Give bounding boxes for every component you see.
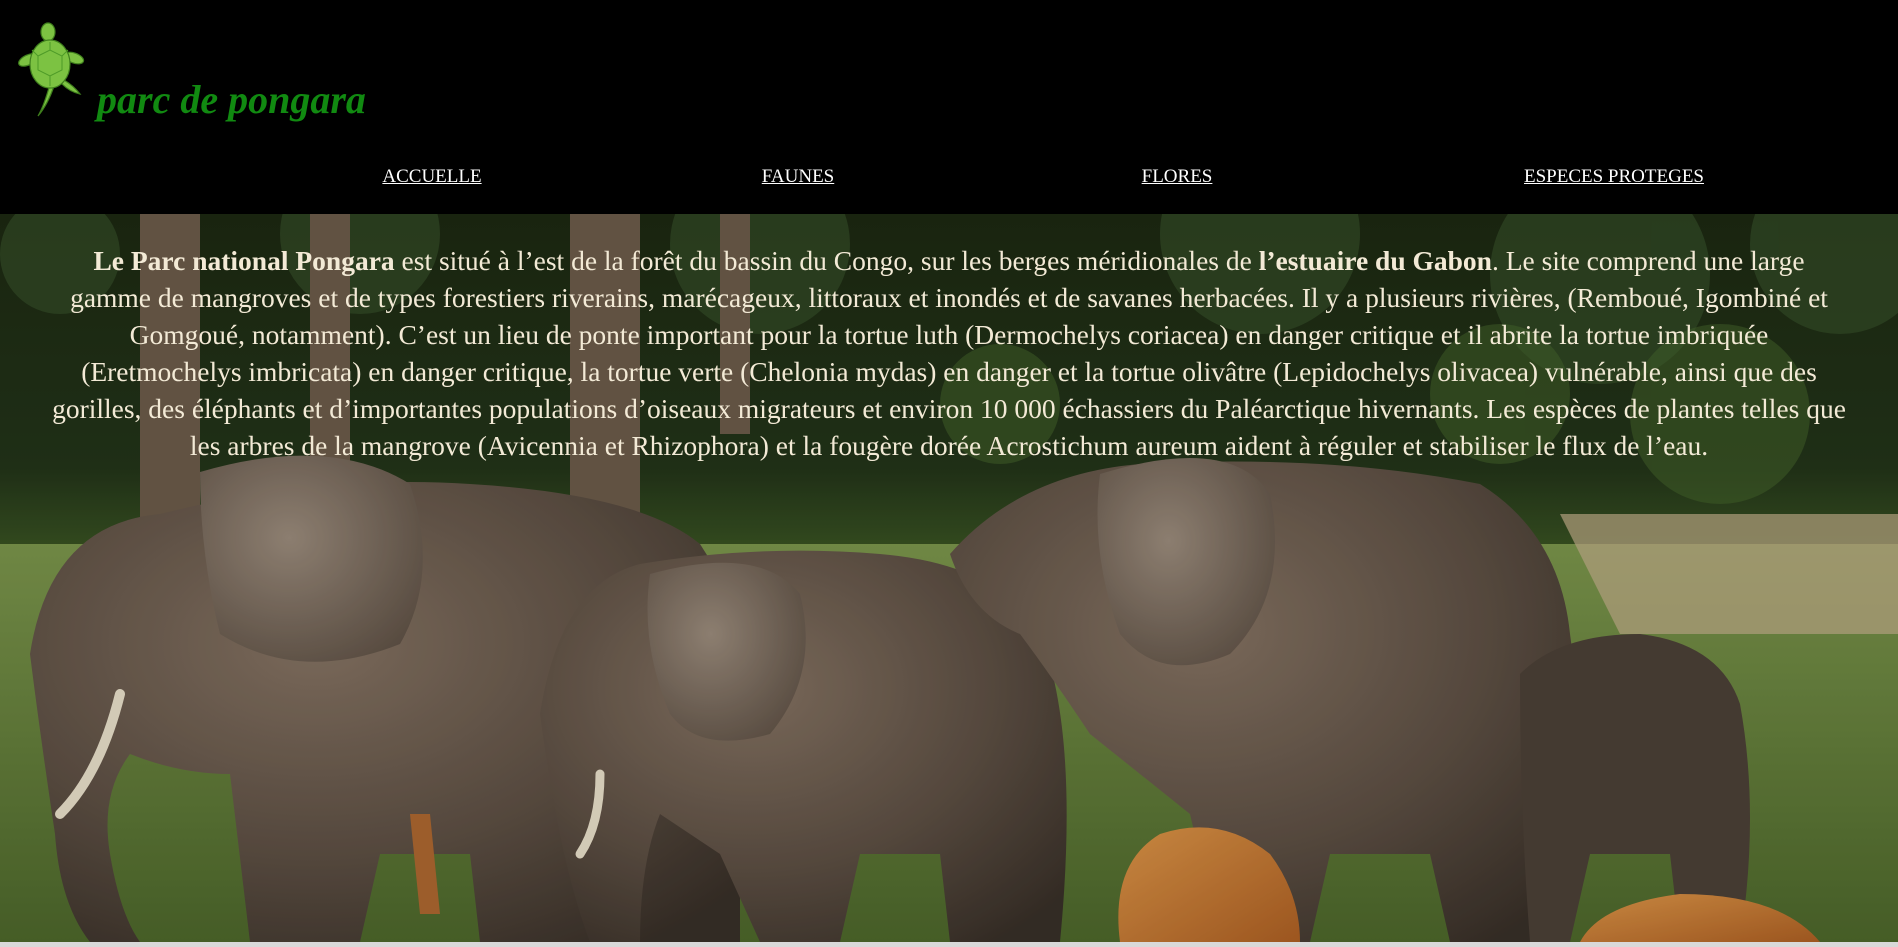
nav-link-accuelle[interactable]: ACCUELLE [382,166,481,188]
turtle-icon[interactable] [16,20,86,120]
intro-text-1: est situé à l’est de la forêt du bassin … [394,245,1259,276]
main-nav: ACCUELLE FAUNES FLORES ESPECES PROTEGES [0,166,1898,192]
nav-link-especes-proteges[interactable]: ESPECES PROTEGES [1524,166,1704,188]
intro-text-2: . Le site comprend une large gamme de ma… [52,245,1846,461]
intro-bold-park-name: Le Parc national Pongara [93,245,395,276]
nav-link-faunes[interactable]: FAUNES [762,166,835,188]
site-title: parc de pongara [97,77,366,122]
nav-link-flores[interactable]: FLORES [1142,166,1213,188]
intro-paragraph: Le Parc national Pongara est situé à l’e… [50,242,1848,464]
bottom-divider [0,942,1898,947]
hero-section: Le Parc national Pongara est situé à l’e… [0,214,1898,942]
intro-bold-estuary: l’estuaire du Gabon [1258,245,1492,276]
site-header: parc de pongara ACCUELLE FAUNES FLORES E… [0,0,1898,214]
page: parc de pongara ACCUELLE FAUNES FLORES E… [0,0,1898,947]
